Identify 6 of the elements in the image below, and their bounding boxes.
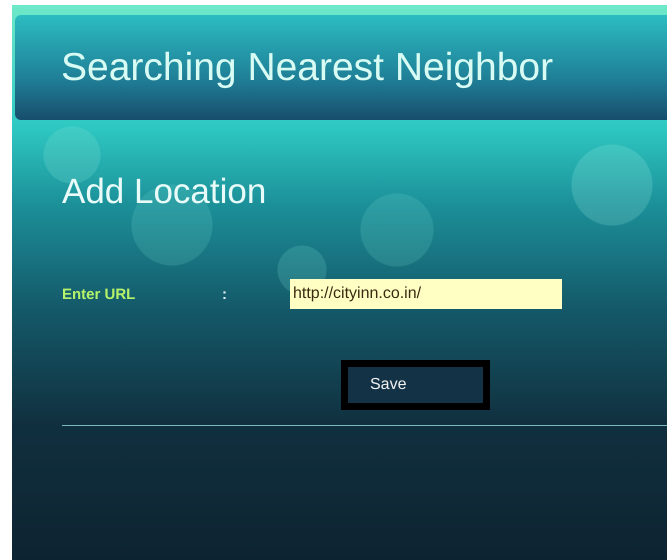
field-label: Enter URL (62, 286, 136, 302)
save-button[interactable]: Save (341, 360, 490, 410)
site-title: Searching Nearest Neighbor (61, 46, 554, 90)
label-separator: : (222, 286, 228, 302)
section-heading: Add Location (62, 172, 266, 212)
url-input-field[interactable]: http://cityinn.co.in/ (290, 279, 562, 309)
